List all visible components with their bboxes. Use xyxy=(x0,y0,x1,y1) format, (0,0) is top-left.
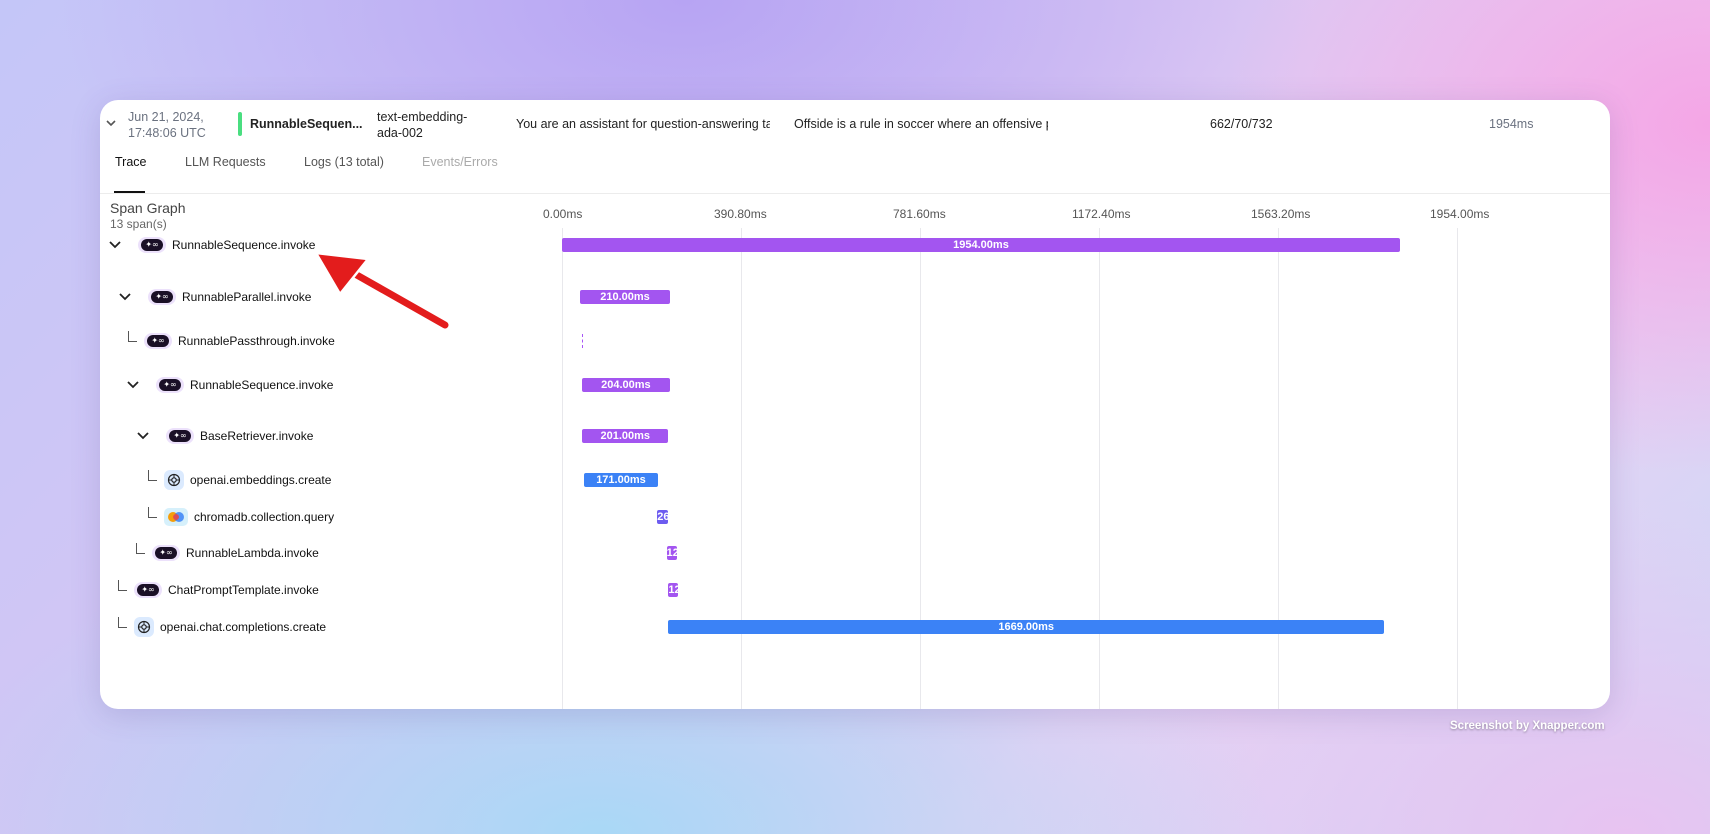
trace-card: Jun 21, 2024, 17:48:06 UTC RunnableSeque… xyxy=(100,100,1610,709)
token-count: 662/70/732 xyxy=(1210,117,1273,131)
tree-connector xyxy=(128,331,137,342)
span-name[interactable]: ChatPromptTemplate.invoke xyxy=(168,583,319,597)
status-indicator xyxy=(238,112,242,136)
model-name-line1: text-embedding- xyxy=(377,110,468,124)
tree-connector xyxy=(148,507,157,518)
trace-duration: 1954ms xyxy=(1489,117,1534,131)
span-count: 13 span(s) xyxy=(110,217,167,231)
response-preview: Offside is a rule in soccer where an off… xyxy=(794,117,1048,131)
model-name-line2: ada-002 xyxy=(377,126,423,140)
expand-chevron-icon[interactable] xyxy=(126,378,140,392)
tab-events-errors: Events/Errors xyxy=(422,155,498,169)
span-bar[interactable]: 204.00ms xyxy=(582,378,670,392)
tabs-divider xyxy=(100,193,1610,194)
span-name[interactable]: openai.embeddings.create xyxy=(190,473,331,487)
span-bar[interactable]: 171.00ms xyxy=(584,473,658,487)
span-bar[interactable]: 1669.00ms xyxy=(668,620,1385,634)
gridline xyxy=(741,228,742,709)
tree-connector xyxy=(118,617,127,628)
span-name[interactable]: RunnableSequence.invoke xyxy=(172,238,315,252)
tree-connector xyxy=(148,470,157,481)
axis-tick-label: 390.80ms xyxy=(714,207,767,221)
prompt-preview: You are an assistant for question-answer… xyxy=(516,117,770,131)
langchain-icon: ✦∞ xyxy=(144,333,172,349)
axis-tick-label: 781.60ms xyxy=(893,207,946,221)
span-bar[interactable] xyxy=(582,334,584,348)
annotation-arrow-icon xyxy=(314,251,451,331)
span-bar[interactable]: 12.00ms xyxy=(668,583,679,597)
expand-chevron-icon[interactable] xyxy=(136,429,150,443)
langchain-icon: ✦∞ xyxy=(138,237,166,253)
langchain-icon: ✦∞ xyxy=(134,582,162,598)
gridline xyxy=(562,228,563,709)
tab-llm-requests[interactable]: LLM Requests xyxy=(185,155,266,169)
gridline xyxy=(1099,228,1100,709)
trace-time: 17:48:06 UTC xyxy=(128,126,206,140)
span-name[interactable]: openai.chat.completions.create xyxy=(160,620,326,634)
trace-date: Jun 21, 2024, xyxy=(128,110,204,124)
tree-connector xyxy=(118,580,127,591)
openai-icon xyxy=(134,617,154,637)
axis-tick-label: 1563.20ms xyxy=(1251,207,1311,221)
axis-tick-label: 1172.40ms xyxy=(1072,207,1131,221)
langchain-icon: ✦∞ xyxy=(156,377,184,393)
span-name[interactable]: RunnableSequence.invoke xyxy=(190,378,333,392)
span-name[interactable]: RunnableLambda.invoke xyxy=(186,546,319,560)
span-bar[interactable]: 201.00ms xyxy=(582,429,669,443)
axis-tick-label: 1954.00ms xyxy=(1430,207,1490,221)
span-bar[interactable]: 12.00ms xyxy=(666,546,677,560)
langchain-icon: ✦∞ xyxy=(148,289,176,305)
span-name[interactable]: chromadb.collection.query xyxy=(194,510,334,524)
langchain-icon: ✦∞ xyxy=(152,545,180,561)
span-bar[interactable]: 26.00ms xyxy=(657,510,669,524)
expand-chevron-icon[interactable] xyxy=(108,238,122,252)
tab-logs[interactable]: Logs (13 total) xyxy=(304,155,384,169)
axis-tick-label: 0.00ms xyxy=(543,207,583,221)
gridline xyxy=(1457,228,1458,709)
span-name[interactable]: BaseRetriever.invoke xyxy=(200,429,313,443)
watermark: Screenshot by Xnapper.com xyxy=(1450,720,1605,732)
langchain-icon: ✦∞ xyxy=(166,428,194,444)
expand-chevron-icon[interactable] xyxy=(118,290,132,304)
span-name[interactable]: RunnableParallel.invoke xyxy=(182,290,311,304)
span-bar[interactable]: 1954.00ms xyxy=(562,238,1400,252)
gridline xyxy=(1278,228,1279,709)
span-graph-title: Span Graph xyxy=(110,200,186,216)
openai-icon xyxy=(164,470,184,490)
gridline xyxy=(920,228,921,709)
collapse-chevron-icon[interactable] xyxy=(105,117,117,129)
tree-connector xyxy=(136,543,145,554)
span-bar[interactable]: 210.00ms xyxy=(580,290,671,304)
chromadb-icon xyxy=(164,508,188,526)
tab-trace[interactable]: Trace xyxy=(115,155,147,169)
trace-name[interactable]: RunnableSequen... xyxy=(250,117,363,131)
